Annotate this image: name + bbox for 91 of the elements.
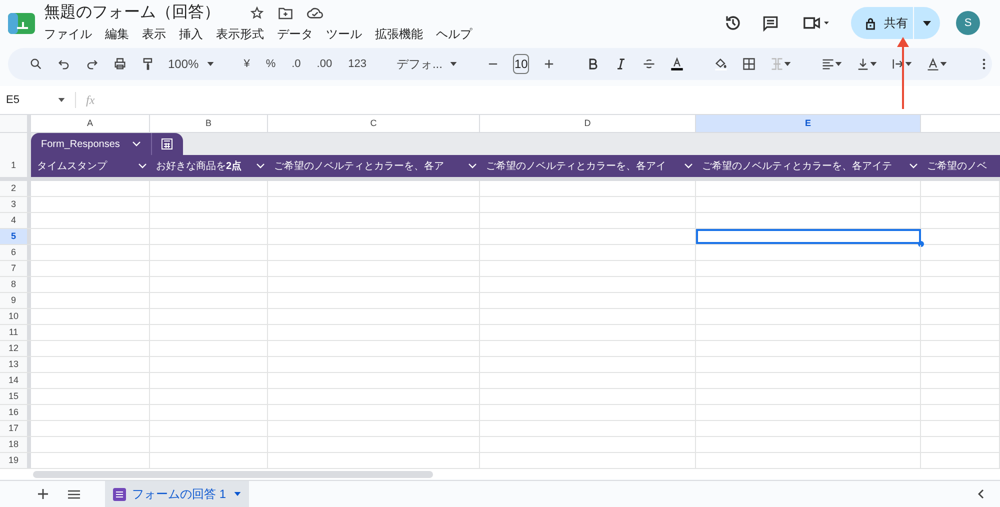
row-number[interactable]: 8 [0, 277, 31, 292]
calculator-icon [161, 138, 174, 150]
selected-cell[interactable] [696, 229, 921, 244]
printer-icon[interactable] [113, 57, 127, 71]
paint-roller-icon[interactable] [141, 57, 155, 71]
comment-icon[interactable] [762, 14, 779, 32]
lock-icon [865, 16, 876, 30]
chevron-down-icon[interactable] [684, 163, 693, 169]
row-number[interactable]: 11 [0, 325, 31, 340]
align-left-icon[interactable] [820, 57, 835, 71]
sheet-list-icon[interactable] [68, 490, 80, 498]
vertical-align-icon[interactable] [856, 57, 870, 71]
row-number[interactable]: 7 [0, 261, 31, 276]
row-number[interactable]: 18 [0, 437, 31, 452]
add-sheet-icon[interactable] [38, 489, 48, 499]
row-number[interactable]: 12 [0, 341, 31, 356]
row-number[interactable]: 3 [0, 197, 31, 212]
dropdown-button[interactable]: 100% [168, 55, 214, 73]
annotation-arrow [896, 37, 910, 109]
text-wrap-icon[interactable] [890, 57, 905, 71]
horizontal-scrollbar[interactable] [33, 470, 433, 478]
caret-icon[interactable] [206, 62, 214, 66]
format-button[interactable]: % [266, 56, 276, 72]
undo-icon[interactable] [57, 57, 71, 71]
search-icon[interactable] [29, 57, 43, 71]
row-number[interactable]: 19 [0, 453, 31, 468]
form-icon [113, 488, 126, 500]
row-number[interactable]: 13 [0, 357, 31, 372]
row-number[interactable]: 5 [0, 229, 31, 244]
chevron-down-icon[interactable] [132, 141, 141, 147]
name-box[interactable]: E5 [0, 92, 58, 108]
redo-icon[interactable] [85, 57, 99, 71]
row-number[interactable]: 9 [0, 293, 31, 308]
row-number[interactable]: 2 [0, 181, 31, 196]
table-tab-button[interactable] [150, 133, 183, 155]
user-avatar[interactable]: S [956, 11, 980, 35]
format-button[interactable]: 123 [348, 56, 366, 72]
row-number[interactable]: 4 [0, 213, 31, 228]
chevron-left-icon[interactable] [978, 489, 984, 499]
format-button[interactable]: .0 [292, 56, 301, 72]
document-title[interactable]: 無題のフォーム（回答） [44, 3, 220, 23]
format-button[interactable]: ¥ [244, 56, 250, 72]
star-icon[interactable] [250, 6, 264, 20]
row-number[interactable]: 16 [0, 405, 31, 420]
borders-icon[interactable] [742, 57, 756, 71]
menu-item[interactable]: 挿入 [179, 25, 203, 43]
menu-item[interactable]: データ [277, 25, 313, 43]
merge-cells-icon[interactable] [770, 57, 784, 71]
app-logo-icon[interactable] [8, 12, 35, 34]
dropdown-button[interactable]: デフォ... [396, 55, 458, 73]
row-number[interactable]: 17 [0, 421, 31, 436]
menu-item[interactable]: 拡張機能 [375, 25, 423, 43]
caret-icon[interactable] [923, 20, 931, 26]
row-number[interactable]: 15 [0, 389, 31, 404]
chevron-down-icon[interactable] [468, 163, 477, 169]
row-number[interactable]: 10 [0, 309, 31, 324]
fill-color-icon[interactable] [714, 57, 728, 71]
history-icon[interactable] [724, 14, 742, 32]
row-number[interactable]: 6 [0, 245, 31, 260]
formula-label: fx [86, 92, 95, 109]
fill-handle[interactable] [918, 241, 924, 247]
row-number[interactable]: 14 [0, 373, 31, 388]
caret-icon[interactable] [940, 62, 947, 66]
text-color-icon[interactable] [670, 57, 684, 71]
strikethrough-icon[interactable] [642, 57, 656, 71]
caret-icon[interactable] [784, 62, 791, 66]
caret-icon[interactable] [870, 62, 877, 66]
font-size-field[interactable]: 10 [513, 54, 529, 74]
row-number[interactable]: 1 [0, 155, 31, 177]
menu-item[interactable]: 編集 [105, 25, 129, 43]
share-button[interactable]: 共有 [851, 7, 940, 39]
cloud-icon[interactable] [307, 7, 323, 19]
chevron-down-icon[interactable] [909, 163, 918, 169]
table-name-tab[interactable]: Form_Responses [31, 133, 151, 155]
menu-item[interactable]: 表示 [142, 25, 166, 43]
chevron-down-icon[interactable] [138, 163, 147, 169]
caret-icon[interactable] [450, 62, 458, 66]
menu-item[interactable]: ツール [326, 25, 362, 43]
menu-item[interactable]: 表示形式 [216, 25, 264, 43]
menu-item[interactable]: ファイル [44, 25, 92, 43]
text-rotation-icon[interactable] [926, 57, 940, 71]
column-header[interactable]: E [696, 115, 921, 132]
video-icon[interactable] [803, 16, 831, 30]
sheet-tab[interactable]: フォームの回答 1 [105, 481, 250, 507]
format-button[interactable]: .00 [316, 56, 332, 72]
menu-item[interactable]: ヘルプ [436, 25, 472, 43]
caret-icon[interactable] [904, 62, 912, 66]
chevron-down-icon[interactable] [256, 163, 265, 169]
caret-icon[interactable] [58, 98, 65, 102]
folder-icon[interactable] [278, 6, 293, 20]
caret-icon[interactable] [834, 62, 842, 66]
